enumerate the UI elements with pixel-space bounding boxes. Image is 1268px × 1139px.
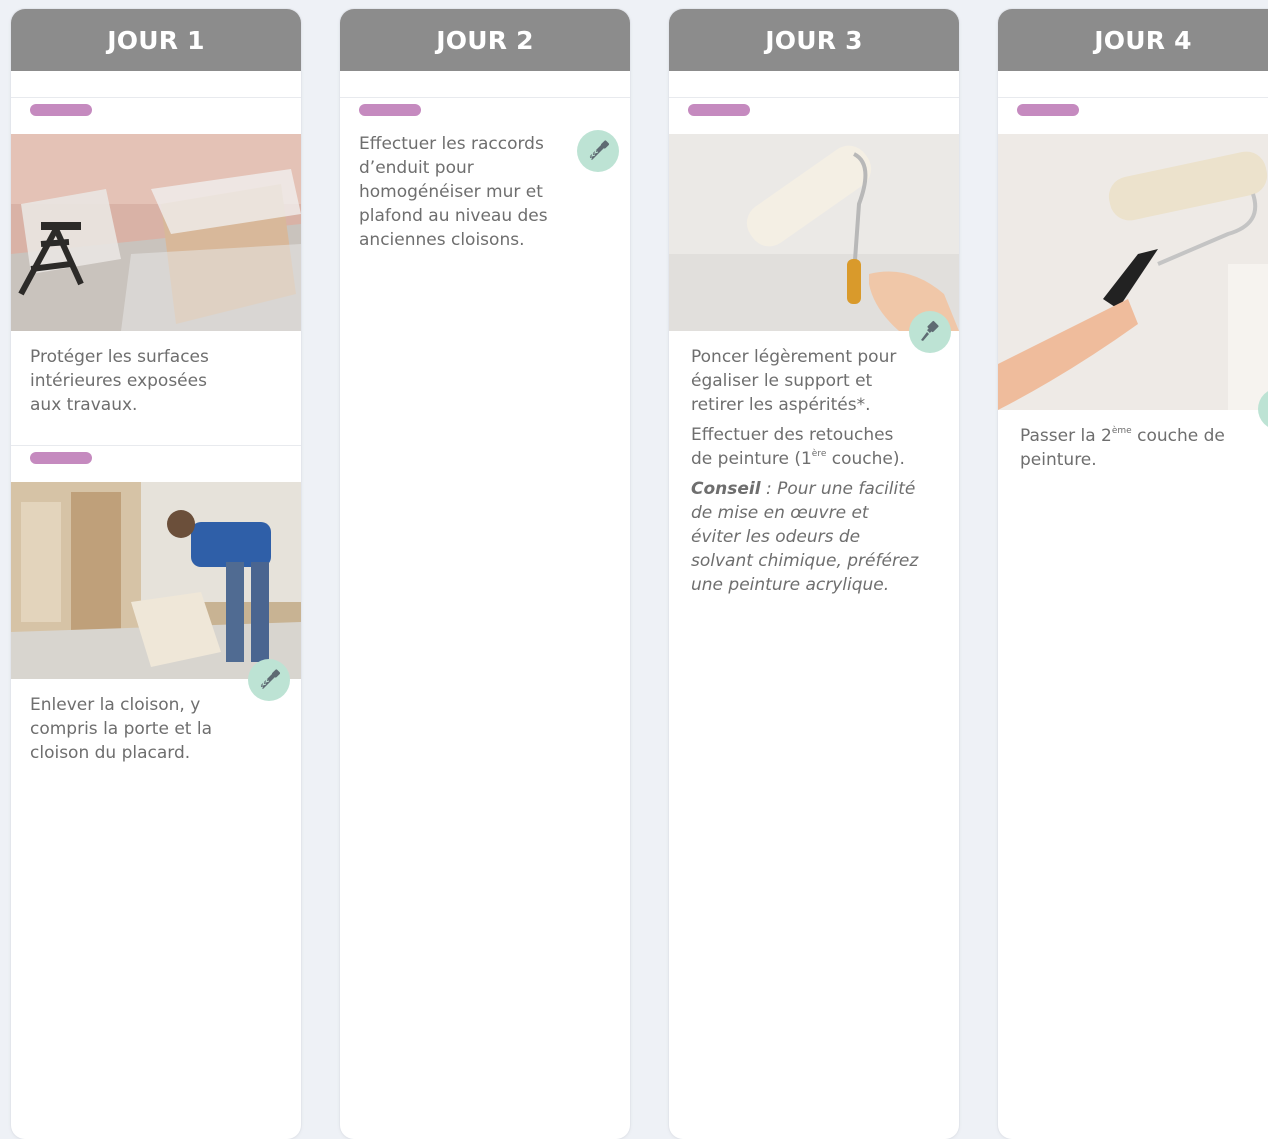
day-title: JOUR 4: [998, 9, 1268, 71]
day-title: JOUR 3: [669, 9, 959, 71]
step-text-block: Poncer légèrement pour égaliser le suppo…: [669, 331, 959, 597]
saw-icon: [577, 130, 619, 172]
step-text-2: Effectuer des retouches de peinture (1èr…: [691, 425, 905, 469]
day-title: JOUR 2: [340, 9, 630, 71]
header-strip: [998, 71, 1268, 98]
step-card: Poncer légèrement pour égaliser le suppo…: [669, 98, 959, 597]
header-strip: [669, 71, 959, 98]
step-card: Enlever la cloison, y compris la porte e…: [11, 445, 301, 765]
step-tag: [1017, 104, 1079, 116]
step-text-1: Poncer légèrement pour égaliser le suppo…: [691, 347, 897, 415]
step-tag: [359, 104, 421, 116]
step-text: Protéger les surfaces intérieures exposé…: [30, 347, 209, 415]
advice-label: Conseil: [691, 479, 761, 499]
step-tag: [688, 104, 750, 116]
day-column-4: JOUR 4 Passer la 2ème couche de peinture…: [998, 9, 1268, 1139]
day-column-2: JOUR 2 Effectuer les raccords d’enduit p…: [340, 9, 630, 1139]
step-card: Effectuer les raccords d’enduit pour hom…: [340, 98, 630, 252]
hand-with-roller-photo: [998, 134, 1268, 410]
room-protected-photo: [11, 134, 301, 331]
paint-roller-photo: [669, 134, 959, 331]
step-tag: [30, 104, 92, 116]
step-card: Protéger les surfaces intérieures exposé…: [11, 98, 301, 417]
advice-text: Conseil : Pour une facilité de mise en œ…: [691, 479, 919, 595]
paintbrush-icon: [909, 311, 951, 353]
header-strip: [340, 71, 630, 98]
day-column-3: JOUR 3 Poncer légèrement pour égaliser l…: [669, 9, 959, 1139]
day-title: JOUR 1: [11, 9, 301, 71]
saw-icon: [248, 659, 290, 701]
step-tag: [30, 452, 92, 464]
day-column-1: JOUR 1 Protéger les surfaces intérieures…: [11, 9, 301, 1139]
header-strip: [11, 71, 301, 98]
step-card: Passer la 2ème couche de peinture.: [998, 98, 1268, 472]
worker-removing-partition-photo: [11, 482, 301, 679]
step-text: Passer la 2ème couche de peinture.: [1020, 426, 1225, 470]
